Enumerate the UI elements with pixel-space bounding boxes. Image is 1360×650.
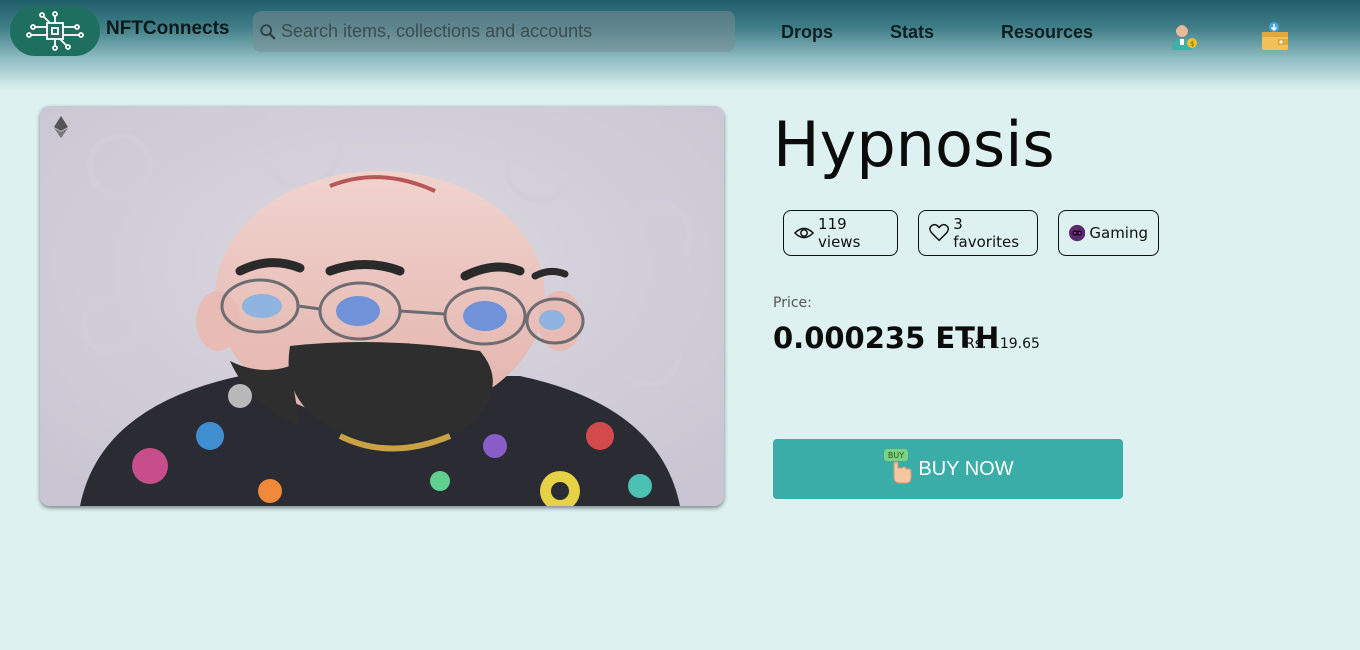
price-label: Price: bbox=[773, 295, 812, 311]
brand-name[interactable]: NFTConnects bbox=[106, 18, 230, 40]
price-fiat: Rs. 119.65 bbox=[965, 336, 1040, 352]
category-badge[interactable]: Gaming bbox=[1058, 210, 1159, 256]
nav-drops[interactable]: Drops bbox=[781, 22, 833, 43]
search-bar[interactable] bbox=[253, 11, 735, 52]
wallet-icon[interactable] bbox=[1258, 20, 1292, 54]
circuit-logo[interactable] bbox=[10, 6, 100, 56]
pointer-hand-icon: BUY bbox=[884, 449, 912, 484]
nft-artwork bbox=[40, 106, 724, 506]
heart-icon bbox=[929, 223, 950, 242]
buy-now-label: BUY NOW bbox=[918, 457, 1014, 480]
nav-stats[interactable]: Stats bbox=[890, 22, 934, 43]
views-badge[interactable]: 119 views bbox=[783, 210, 898, 256]
search-icon bbox=[260, 23, 276, 39]
nav-resources[interactable]: Resources bbox=[1001, 22, 1093, 43]
eye-icon bbox=[794, 227, 815, 239]
views-count: 119 views bbox=[818, 215, 861, 251]
top-navbar: NFTConnects Drops Stats Resources $ bbox=[0, 0, 1360, 90]
favorites-badge[interactable]: 3 favorites bbox=[918, 210, 1038, 256]
search-input[interactable] bbox=[281, 21, 721, 42]
svg-text:$: $ bbox=[1190, 40, 1194, 48]
profile-icon[interactable]: $ bbox=[1168, 20, 1202, 54]
gamepad-icon bbox=[1069, 224, 1086, 242]
nft-image[interactable] bbox=[40, 106, 724, 506]
buy-now-button[interactable]: BUY BUY NOW bbox=[773, 439, 1123, 499]
favorites-count: 3 favorites bbox=[953, 215, 1020, 251]
svg-text:BUY: BUY bbox=[888, 451, 904, 460]
category-label: Gaming bbox=[1089, 224, 1148, 242]
item-title: Hypnosis bbox=[773, 108, 1055, 181]
ethereum-icon bbox=[54, 116, 68, 138]
